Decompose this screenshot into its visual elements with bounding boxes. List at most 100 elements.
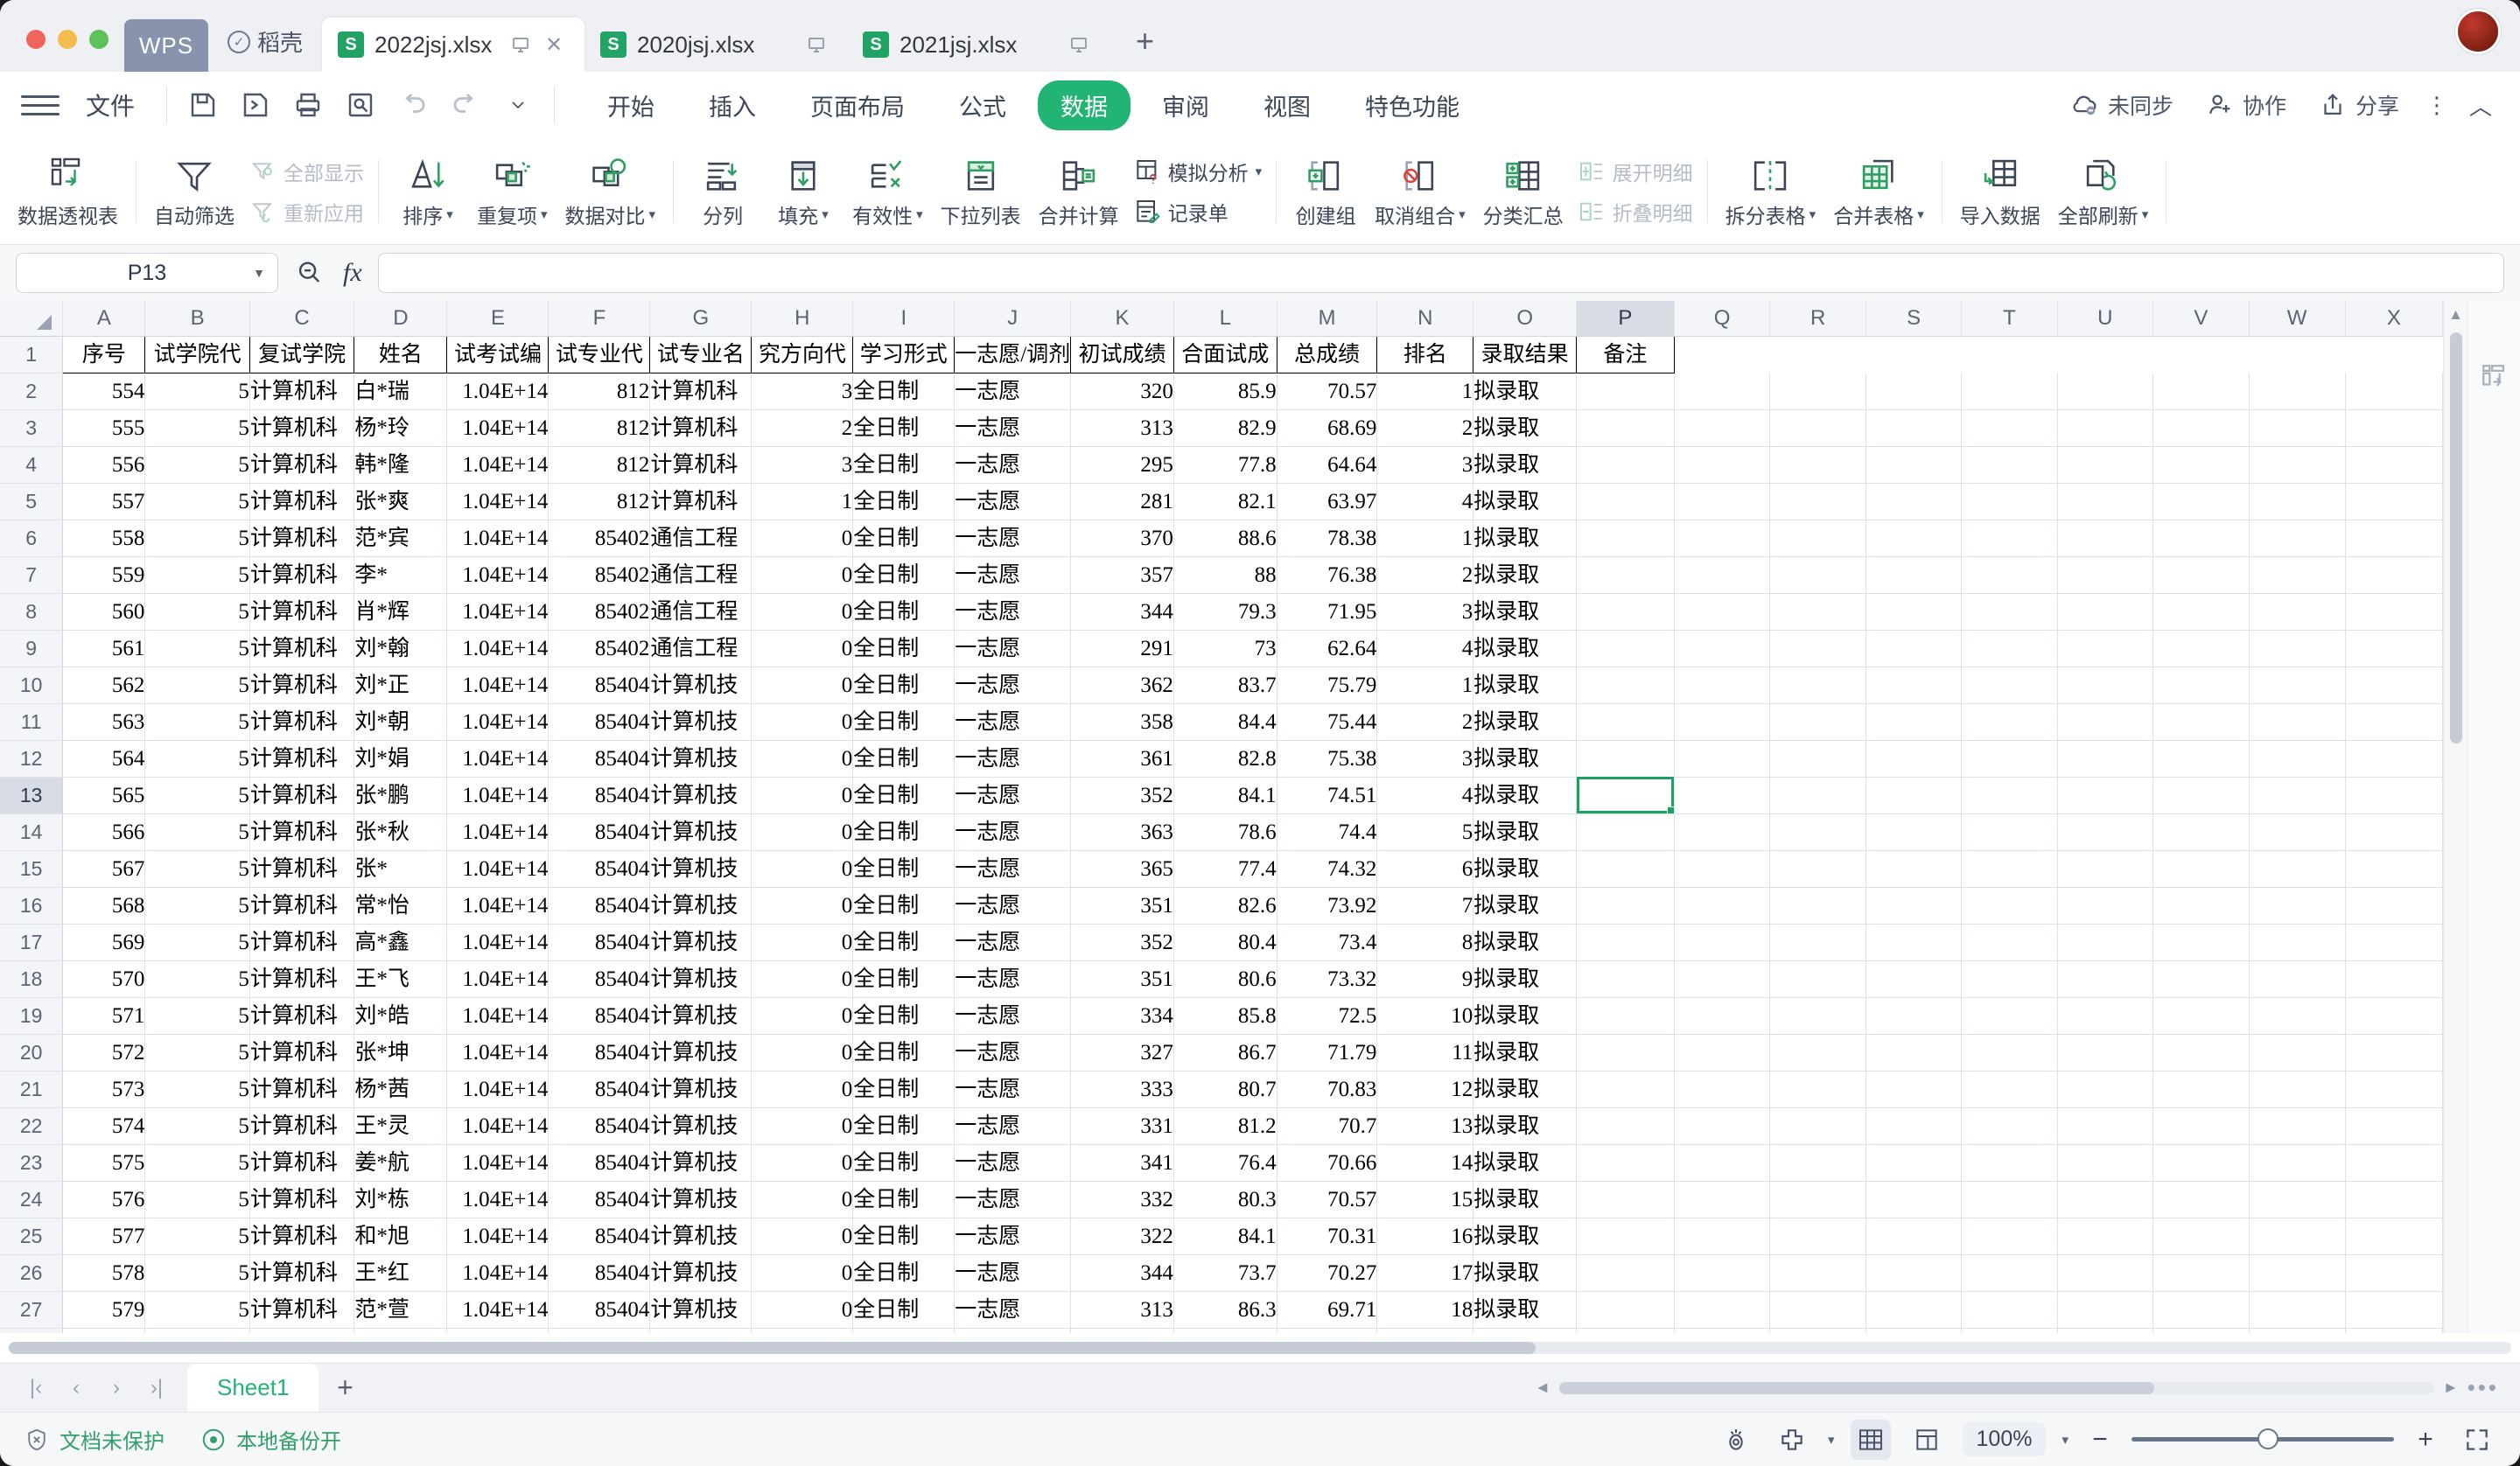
data-cell[interactable]: 351 xyxy=(1070,960,1174,998)
data-cell[interactable]: 张*爽 xyxy=(354,483,448,520)
data-cell[interactable]: 一志愿 xyxy=(954,1218,1072,1255)
table-row[interactable]: 11 563 5 计算机科 刘*朝 1.04E+14 85404 计算机技 0 全日制 一志愿 358… xyxy=(0,703,2443,741)
data-cell[interactable]: 2 xyxy=(1376,556,1474,594)
data-cell[interactable]: 334 xyxy=(1070,997,1174,1035)
empty-cell[interactable] xyxy=(1961,813,2058,851)
empty-cell[interactable] xyxy=(2152,1254,2250,1292)
data-cell[interactable]: 63.97 xyxy=(1277,483,1378,520)
empty-cell[interactable] xyxy=(2152,409,2250,447)
empty-cell[interactable] xyxy=(2152,556,2250,594)
row-header-9[interactable]: 9 xyxy=(0,630,64,667)
redo-icon[interactable] xyxy=(442,83,489,127)
empty-cell[interactable] xyxy=(1961,1181,2058,1218)
data-cell[interactable]: 574 xyxy=(62,1107,146,1145)
column-header-r[interactable]: R xyxy=(1769,301,1866,337)
page-layout-icon[interactable] xyxy=(1907,1420,1947,1460)
data-cell[interactable]: 62.64 xyxy=(1277,630,1378,667)
empty-cell[interactable] xyxy=(1961,520,2058,557)
pivot-table-button[interactable]: 数据透视表 xyxy=(9,146,127,237)
empty-cell[interactable] xyxy=(1769,520,1866,557)
data-cell[interactable]: 全日制 xyxy=(852,1291,956,1329)
data-cell[interactable]: 计算机科 xyxy=(249,1144,355,1182)
sheet-more-icon[interactable]: ••• xyxy=(2468,1374,2499,1401)
show-all-button[interactable]: 全部显示 xyxy=(248,157,364,186)
empty-cell[interactable] xyxy=(2249,1144,2346,1182)
empty-cell[interactable] xyxy=(1769,336,1866,373)
user-avatar[interactable] xyxy=(2455,9,2501,54)
data-cell[interactable]: 拟录取 xyxy=(1473,1034,1578,1072)
chevron-down-icon[interactable]: ▾ xyxy=(1828,1432,1835,1448)
empty-cell[interactable] xyxy=(1674,1181,1771,1218)
empty-cell[interactable] xyxy=(2057,667,2154,704)
empty-cell[interactable] xyxy=(1674,336,1770,373)
empty-cell[interactable] xyxy=(2152,1034,2250,1072)
add-sheet-button[interactable]: + xyxy=(318,1364,371,1412)
data-cell[interactable]: 75.44 xyxy=(1277,703,1378,741)
column-header-v[interactable]: V xyxy=(2152,301,2250,337)
column-title-cell[interactable]: 试考试编 xyxy=(446,335,550,373)
data-cell[interactable]: 刘*翰 xyxy=(354,630,448,667)
empty-cell[interactable] xyxy=(2057,373,2154,410)
empty-cell[interactable] xyxy=(1674,813,1771,851)
empty-cell[interactable] xyxy=(1674,556,1771,594)
data-cell[interactable]: 计算机科 xyxy=(249,556,355,594)
present-icon[interactable] xyxy=(805,33,828,56)
table-row[interactable]: 25 577 5 计算机科 和*旭 1.04E+14 85404 计算机技 0 全日制 一志愿 322… xyxy=(0,1218,2443,1255)
data-cell[interactable]: 1.04E+14 xyxy=(446,667,550,704)
row-header-2[interactable]: 2 xyxy=(0,373,64,410)
chevron-down-icon[interactable]: ▼ xyxy=(253,266,265,280)
empty-cell[interactable] xyxy=(2057,850,2154,888)
empty-cell[interactable] xyxy=(1674,667,1771,704)
data-cell[interactable]: 5 xyxy=(144,777,250,814)
data-cell[interactable]: 0 xyxy=(751,1218,854,1255)
empty-cell[interactable] xyxy=(1674,1071,1771,1108)
empty-cell[interactable] xyxy=(2057,960,2154,998)
column-title-cell[interactable]: 试专业代 xyxy=(548,335,651,373)
row-header-12[interactable]: 12 xyxy=(0,740,64,778)
empty-cell[interactable] xyxy=(1576,887,1675,925)
data-cell[interactable]: 85404 xyxy=(548,1328,651,1333)
data-cell[interactable]: 刘*栋 xyxy=(354,1181,448,1218)
data-cell[interactable]: 80.3 xyxy=(1173,1181,1278,1218)
data-cell[interactable]: 573 xyxy=(62,1071,146,1108)
data-cell[interactable]: 0 xyxy=(751,997,854,1035)
reading-layout-icon[interactable] xyxy=(1716,1420,1756,1460)
empty-cell[interactable] xyxy=(1674,960,1771,998)
data-cell[interactable]: 0 xyxy=(751,630,854,667)
data-cell[interactable]: 0 xyxy=(751,556,854,594)
data-cell[interactable]: 通信工程 xyxy=(649,556,752,594)
data-cell[interactable]: 李* xyxy=(354,556,448,594)
data-cell[interactable]: 5 xyxy=(144,813,250,851)
data-cell[interactable]: 370 xyxy=(1070,520,1174,557)
empty-cell[interactable] xyxy=(1866,1144,1963,1182)
data-cell[interactable]: 计算机技 xyxy=(649,1034,752,1072)
table-row[interactable]: 24 576 5 计算机科 刘*栋 1.04E+14 85404 计算机技 0 全日制 一志愿 332… xyxy=(0,1181,2443,1218)
data-cell[interactable]: 1.04E+14 xyxy=(446,703,550,741)
data-cell[interactable]: 5 xyxy=(144,740,250,778)
data-cell[interactable]: 79.3 xyxy=(1173,593,1278,631)
data-cell[interactable]: 74.4 xyxy=(1277,813,1378,851)
fill-button[interactable]: 填充 ▾ xyxy=(763,146,844,237)
empty-cell[interactable] xyxy=(1769,997,1866,1035)
data-cell[interactable]: 70.83 xyxy=(1277,1071,1378,1108)
data-cell[interactable]: 常*怡 xyxy=(354,887,448,925)
close-tab-icon[interactable]: ✕ xyxy=(542,33,565,57)
data-cell[interactable]: 82.8 xyxy=(1173,740,1278,778)
column-header-a[interactable]: A xyxy=(62,301,146,337)
data-cell[interactable]: 4 xyxy=(1376,483,1474,520)
empty-cell[interactable] xyxy=(1866,1218,1963,1255)
column-title-cell[interactable]: 究方向代 xyxy=(751,335,854,373)
data-cell[interactable]: 5 xyxy=(144,556,250,594)
empty-cell[interactable] xyxy=(1674,373,1771,410)
empty-cell[interactable] xyxy=(1769,777,1866,814)
row-header-17[interactable]: 17 xyxy=(0,924,64,961)
empty-cell[interactable] xyxy=(1576,556,1675,594)
empty-cell[interactable] xyxy=(1769,813,1866,851)
data-cell[interactable]: 85404 xyxy=(548,667,651,704)
data-cell[interactable]: 计算机技 xyxy=(649,1254,752,1292)
empty-cell[interactable] xyxy=(2249,446,2346,484)
data-cell[interactable]: 0 xyxy=(751,1071,854,1108)
data-cell[interactable]: 7 xyxy=(1376,887,1474,925)
data-cell[interactable]: 刘*正 xyxy=(354,667,448,704)
data-cell[interactable]: 拟录取 xyxy=(1473,630,1578,667)
